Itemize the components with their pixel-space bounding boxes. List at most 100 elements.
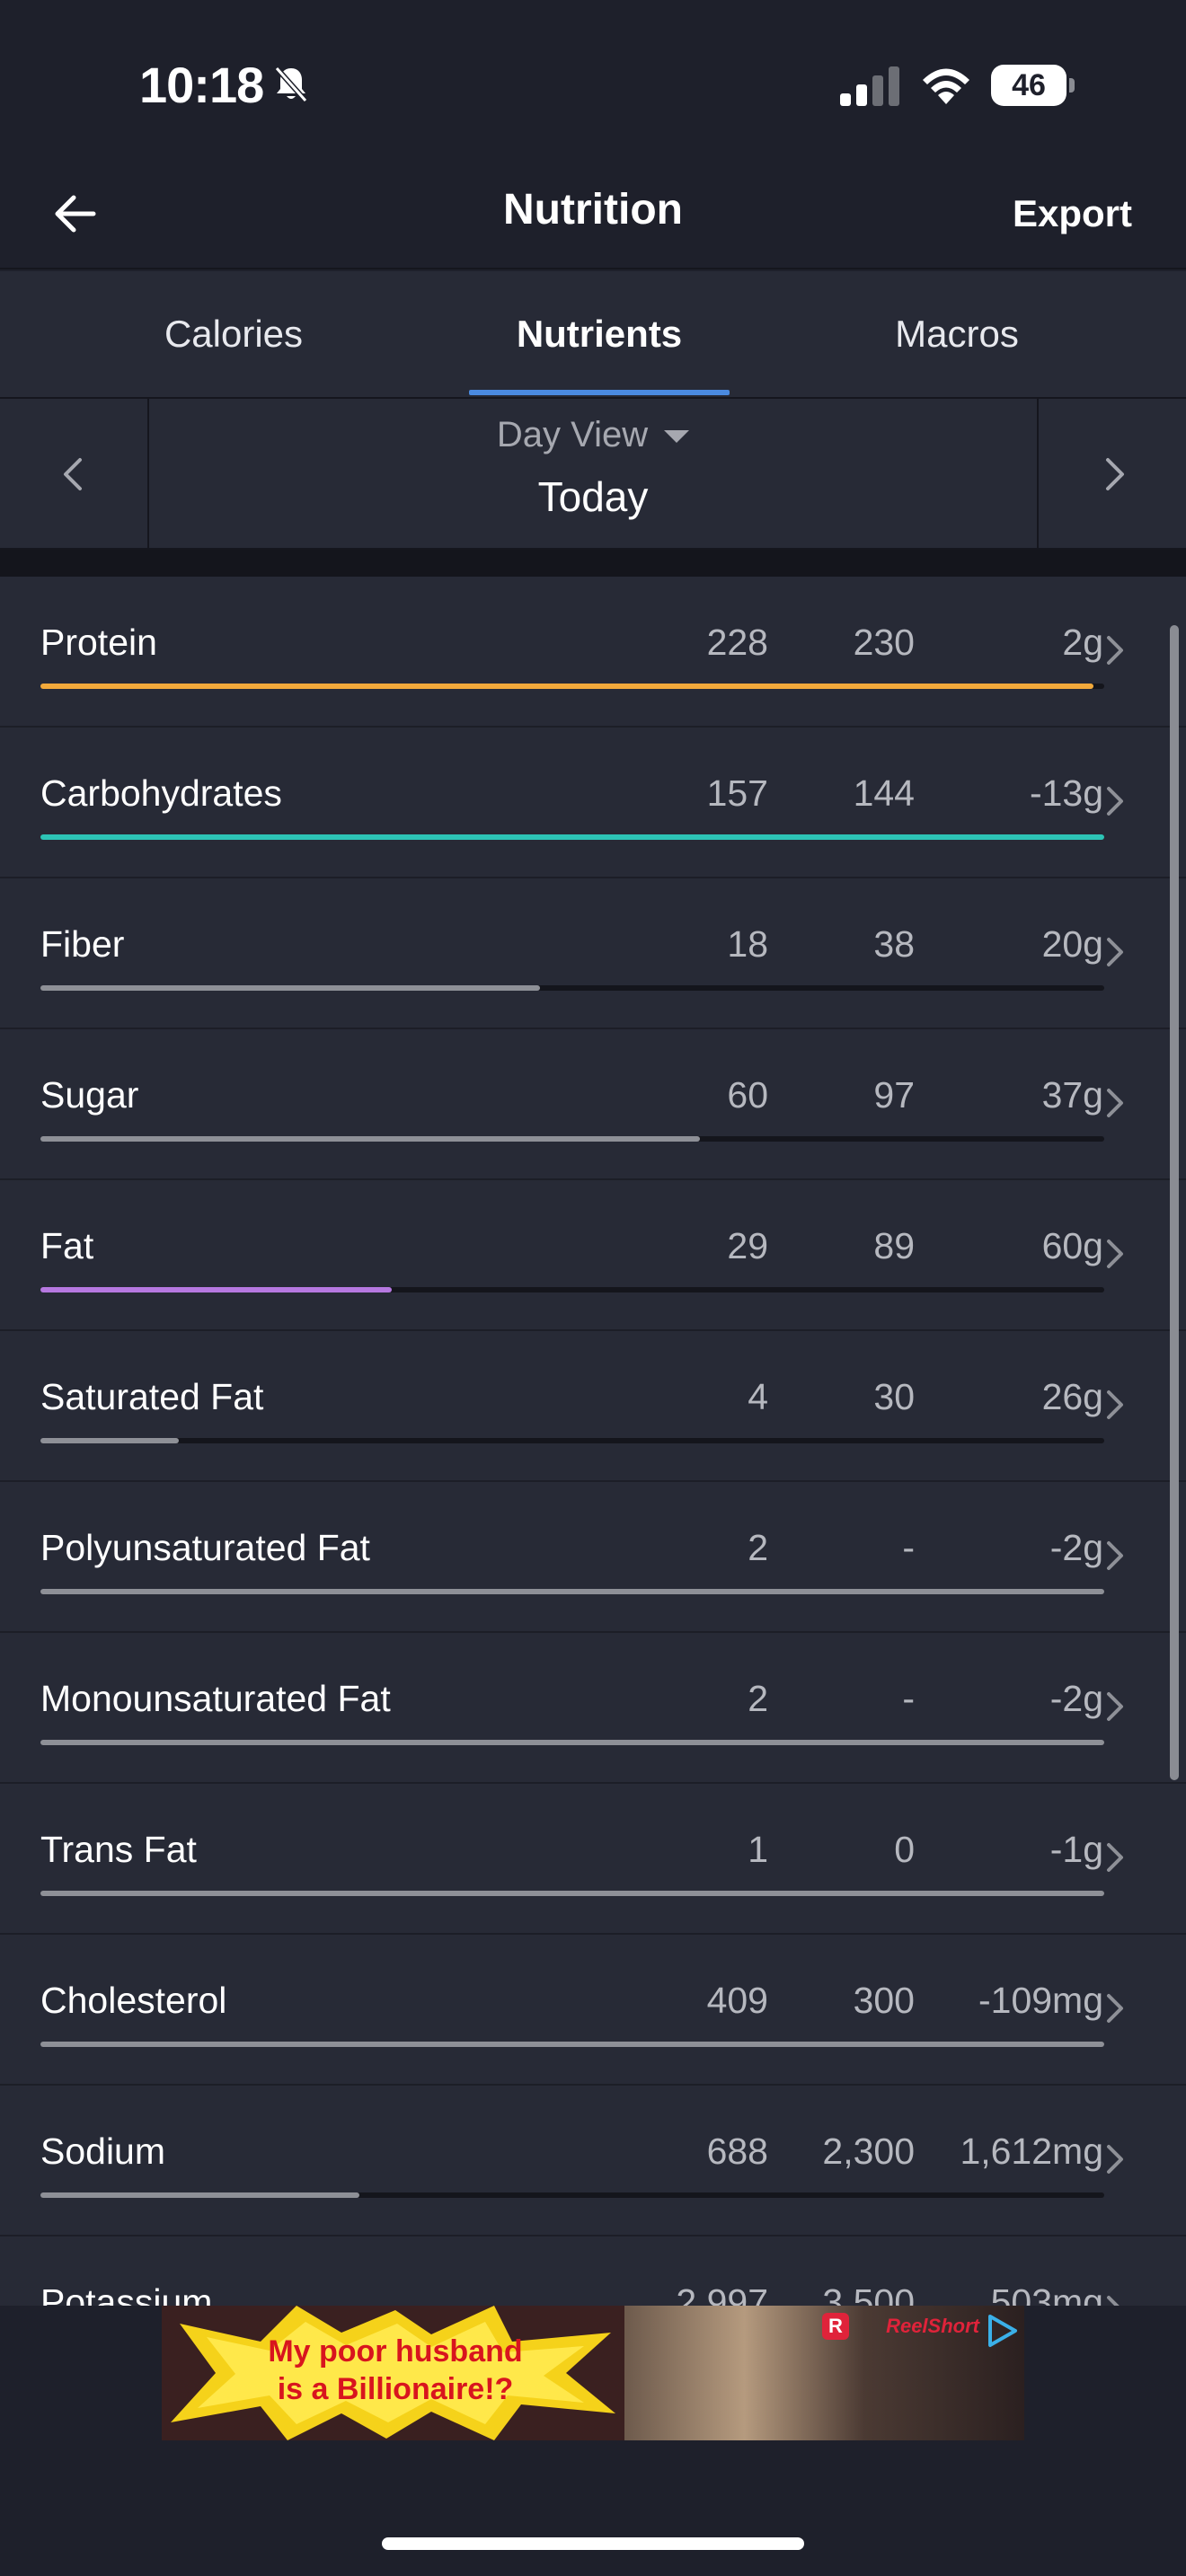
nutrient-goal: 30 <box>873 1376 915 1417</box>
nutrient-left: 20g <box>1041 923 1103 965</box>
nutrient-left: 37g <box>1041 1074 1103 1116</box>
ad-headline-line1: My poor husband <box>268 2334 523 2369</box>
nutrient-goal: 2,300 <box>822 2130 915 2172</box>
nutrient-left: -2g <box>1049 1527 1103 1568</box>
chevron-right-icon <box>1107 1390 1123 1419</box>
nutrient-total: 1 <box>748 1829 768 1870</box>
nutrient-name: Fiber <box>40 923 125 965</box>
section-divider <box>0 550 1186 577</box>
progress-fill <box>40 1740 1104 1745</box>
tab-macros[interactable]: Macros <box>773 271 1141 397</box>
chevron-right-icon <box>1107 1541 1123 1570</box>
chevron-right-icon <box>1107 787 1123 816</box>
nutrient-name: Polyunsaturated Fat <box>40 1527 370 1568</box>
nutrient-goal: - <box>902 1678 915 1719</box>
progress-track <box>40 1438 1104 1443</box>
chevron-right-icon <box>1107 1239 1123 1268</box>
scrollbar[interactable] <box>1170 625 1179 1780</box>
nutrient-goal: - <box>902 1527 915 1568</box>
nutrient-name: Potassium <box>40 2281 213 2306</box>
progress-track <box>40 1136 1104 1142</box>
nutrient-name: Carbohydrates <box>40 772 282 814</box>
nutrient-left: 60g <box>1041 1225 1103 1266</box>
progress-fill <box>40 2042 1104 2047</box>
nutrient-list: Protein 228 230 2g Carbohydrates 157 144 -13g Fi… <box>0 577 1186 2306</box>
nutrient-row-potassium[interactable]: Potassium 2,997 3,500 503mg <box>0 2236 1186 2306</box>
progress-fill <box>40 1136 700 1142</box>
nutrient-goal: 89 <box>873 1225 915 1266</box>
nutrient-goal: 144 <box>853 772 915 814</box>
chevron-right-icon <box>1107 636 1123 665</box>
ad-logo: R <box>822 2313 849 2340</box>
progress-track <box>40 1589 1104 1594</box>
day-view-label: Day View <box>496 415 649 454</box>
nutrient-name: Monounsaturated Fat <box>40 1678 391 1719</box>
tab-bar: Calories Nutrients Macros <box>0 271 1186 399</box>
nutrient-row-monounsaturated-fat[interactable]: Monounsaturated Fat 2 - -2g <box>0 1633 1186 1784</box>
nutrient-row-fiber[interactable]: Fiber 18 38 20g <box>0 878 1186 1029</box>
nutrient-total: 18 <box>727 923 768 965</box>
nutrient-left: -2g <box>1049 1678 1103 1719</box>
nutrition-screen: 10:18 46 Nutrition Export Calories Nutri… <box>0 0 1186 2576</box>
nutrient-name: Protein <box>40 622 157 663</box>
nutrient-row-sugar[interactable]: Sugar 60 97 37g <box>0 1029 1186 1180</box>
nutrient-name: Fat <box>40 1225 94 1266</box>
progress-track <box>40 2192 1104 2198</box>
nutrient-row-carbohydrates[interactable]: Carbohydrates 157 144 -13g <box>0 728 1186 878</box>
progress-track <box>40 834 1104 840</box>
ad-left-panel: My poor husband is a Billionaire!? <box>162 2306 624 2440</box>
nutrient-goal: 3,500 <box>822 2281 915 2306</box>
nutrient-left: 503mg <box>990 2281 1103 2306</box>
page-title: Nutrition <box>503 186 683 234</box>
nutrient-row-sodium[interactable]: Sodium 688 2,300 1,612mg <box>0 2086 1186 2236</box>
progress-fill <box>40 1287 392 1292</box>
nutrient-total: 688 <box>706 2130 768 2172</box>
tab-nutrients[interactable]: Nutrients <box>395 271 803 397</box>
nutrient-goal: 38 <box>873 923 915 965</box>
day-view-dropdown[interactable]: Day View <box>0 415 1186 455</box>
nutrient-goal: 97 <box>873 1074 915 1116</box>
nutrient-row-saturated-fat[interactable]: Saturated Fat 4 30 26g <box>0 1331 1186 1482</box>
progress-fill <box>40 834 1104 840</box>
progress-track <box>40 1740 1104 1745</box>
wifi-icon <box>923 68 969 104</box>
chevron-right-icon <box>1107 1089 1123 1117</box>
nutrient-row-polyunsaturated-fat[interactable]: Polyunsaturated Fat 2 - -2g <box>0 1482 1186 1633</box>
nutrient-name: Saturated Fat <box>40 1376 264 1417</box>
nutrient-name: Trans Fat <box>40 1829 197 1870</box>
nutrient-goal: 0 <box>894 1829 915 1870</box>
ad-banner[interactable]: My poor husband is a Billionaire!? R Ree… <box>162 2306 1024 2440</box>
progress-track <box>40 684 1104 689</box>
home-indicator <box>382 2537 804 2550</box>
day-selector: Day View Today <box>0 399 1186 550</box>
nutrient-total: 29 <box>727 1225 768 1266</box>
chevron-right-icon <box>1107 2145 1123 2174</box>
progress-track <box>40 985 1104 991</box>
battery-level-text: 46 <box>1012 68 1046 102</box>
status-time: 10:18 <box>139 57 264 113</box>
chevron-right-icon <box>1107 1692 1123 1721</box>
nutrient-left: 1,612mg <box>960 2130 1103 2172</box>
next-day-button[interactable] <box>1037 399 1186 550</box>
selected-date: Today <box>537 473 649 520</box>
nutrient-goal: 230 <box>853 622 915 663</box>
active-tab-indicator <box>469 390 730 395</box>
nutrient-total: 2 <box>748 1527 768 1568</box>
app-header: Nutrition Export <box>0 162 1186 269</box>
battery-indicator: 46 <box>991 65 1075 106</box>
export-button[interactable]: Export <box>1013 192 1132 235</box>
nutrient-total: 2 <box>748 1678 768 1719</box>
progress-track <box>40 1891 1104 1896</box>
progress-fill <box>40 2192 359 2198</box>
progress-fill <box>40 1438 179 1443</box>
adchoices-icon[interactable] <box>983 2311 1022 2351</box>
nutrient-row-trans-fat[interactable]: Trans Fat 1 0 -1g <box>0 1784 1186 1935</box>
nutrient-total: 4 <box>748 1376 768 1417</box>
nutrient-row-fat[interactable]: Fat 29 89 60g <box>0 1180 1186 1331</box>
nutrient-left: -1g <box>1049 1829 1103 1870</box>
cellular-signal-icon <box>840 66 899 106</box>
nutrient-row-protein[interactable]: Protein 228 230 2g <box>0 577 1186 728</box>
nutrient-row-cholesterol[interactable]: Cholesterol 409 300 -109mg <box>0 1935 1186 2086</box>
progress-fill <box>40 985 540 991</box>
nutrient-left: -13g <box>1029 772 1103 814</box>
